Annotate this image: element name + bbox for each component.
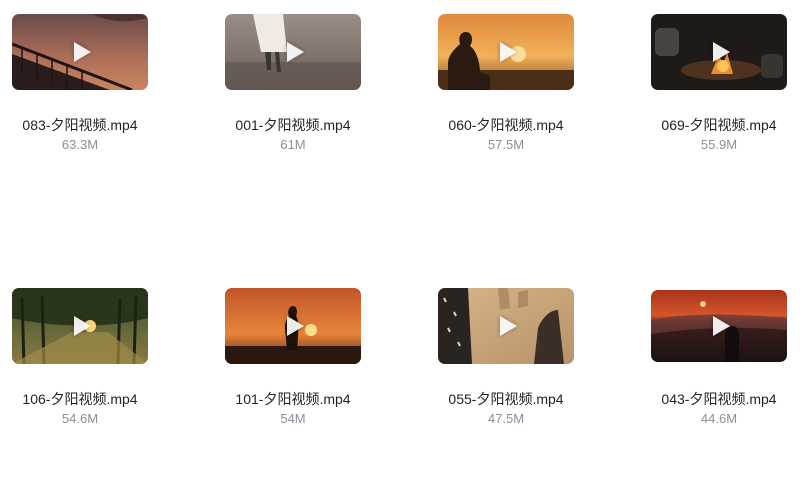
video-filesize: 55.9M bbox=[700, 137, 738, 152]
video-filename[interactable]: 043-夕阳视频.mp4 bbox=[639, 389, 799, 409]
video-item[interactable]: 101-夕阳视频.mp4 54M bbox=[213, 274, 413, 484]
play-icon[interactable] bbox=[713, 316, 730, 336]
video-item[interactable]: 106-夕阳视频.mp4 54.6M bbox=[0, 274, 200, 484]
play-icon[interactable] bbox=[500, 316, 517, 336]
video-item[interactable]: 083-夕阳视频.mp4 63.3M bbox=[0, 0, 200, 210]
video-filename[interactable]: 055-夕阳视频.mp4 bbox=[426, 389, 586, 409]
video-item[interactable]: 043-夕阳视频.mp4 44.6M bbox=[639, 274, 800, 484]
video-item[interactable]: 001-夕阳视频.mp4 61M bbox=[213, 0, 413, 210]
video-filename[interactable]: 106-夕阳视频.mp4 bbox=[0, 389, 160, 409]
video-filesize: 61M bbox=[280, 137, 306, 152]
video-thumbnail[interactable] bbox=[438, 288, 574, 364]
video-filename[interactable]: 069-夕阳视频.mp4 bbox=[639, 115, 799, 135]
video-thumbnail[interactable] bbox=[12, 288, 148, 364]
video-thumbnail[interactable] bbox=[651, 290, 787, 362]
video-filesize: 54.6M bbox=[61, 411, 99, 426]
video-filename[interactable]: 001-夕阳视频.mp4 bbox=[213, 115, 373, 135]
video-filename[interactable]: 101-夕阳视频.mp4 bbox=[213, 389, 373, 409]
play-icon[interactable] bbox=[500, 42, 517, 62]
video-filesize: 47.5M bbox=[487, 411, 525, 426]
video-item[interactable]: 060-夕阳视频.mp4 57.5M bbox=[426, 0, 626, 210]
play-icon[interactable] bbox=[287, 42, 304, 62]
video-thumbnail[interactable] bbox=[225, 288, 361, 364]
play-icon[interactable] bbox=[74, 316, 91, 336]
video-thumbnail[interactable] bbox=[438, 14, 574, 90]
video-item[interactable]: 055-夕阳视频.mp4 47.5M bbox=[426, 274, 626, 484]
play-icon[interactable] bbox=[713, 42, 730, 62]
video-filesize: 44.6M bbox=[700, 411, 738, 426]
play-icon[interactable] bbox=[74, 42, 91, 62]
video-filesize: 54M bbox=[280, 411, 306, 426]
video-grid: 083-夕阳视频.mp4 63.3M 001-夕阳视频.mp4 61M 060-… bbox=[0, 0, 800, 448]
video-thumbnail[interactable] bbox=[651, 14, 787, 90]
video-filesize: 57.5M bbox=[487, 137, 525, 152]
video-thumbnail[interactable] bbox=[12, 14, 148, 90]
video-filename[interactable]: 083-夕阳视频.mp4 bbox=[0, 115, 160, 135]
video-item[interactable]: 069-夕阳视频.mp4 55.9M bbox=[639, 0, 800, 210]
video-filename[interactable]: 060-夕阳视频.mp4 bbox=[426, 115, 586, 135]
video-thumbnail[interactable] bbox=[225, 14, 361, 90]
video-filesize: 63.3M bbox=[61, 137, 99, 152]
play-icon[interactable] bbox=[287, 316, 304, 336]
